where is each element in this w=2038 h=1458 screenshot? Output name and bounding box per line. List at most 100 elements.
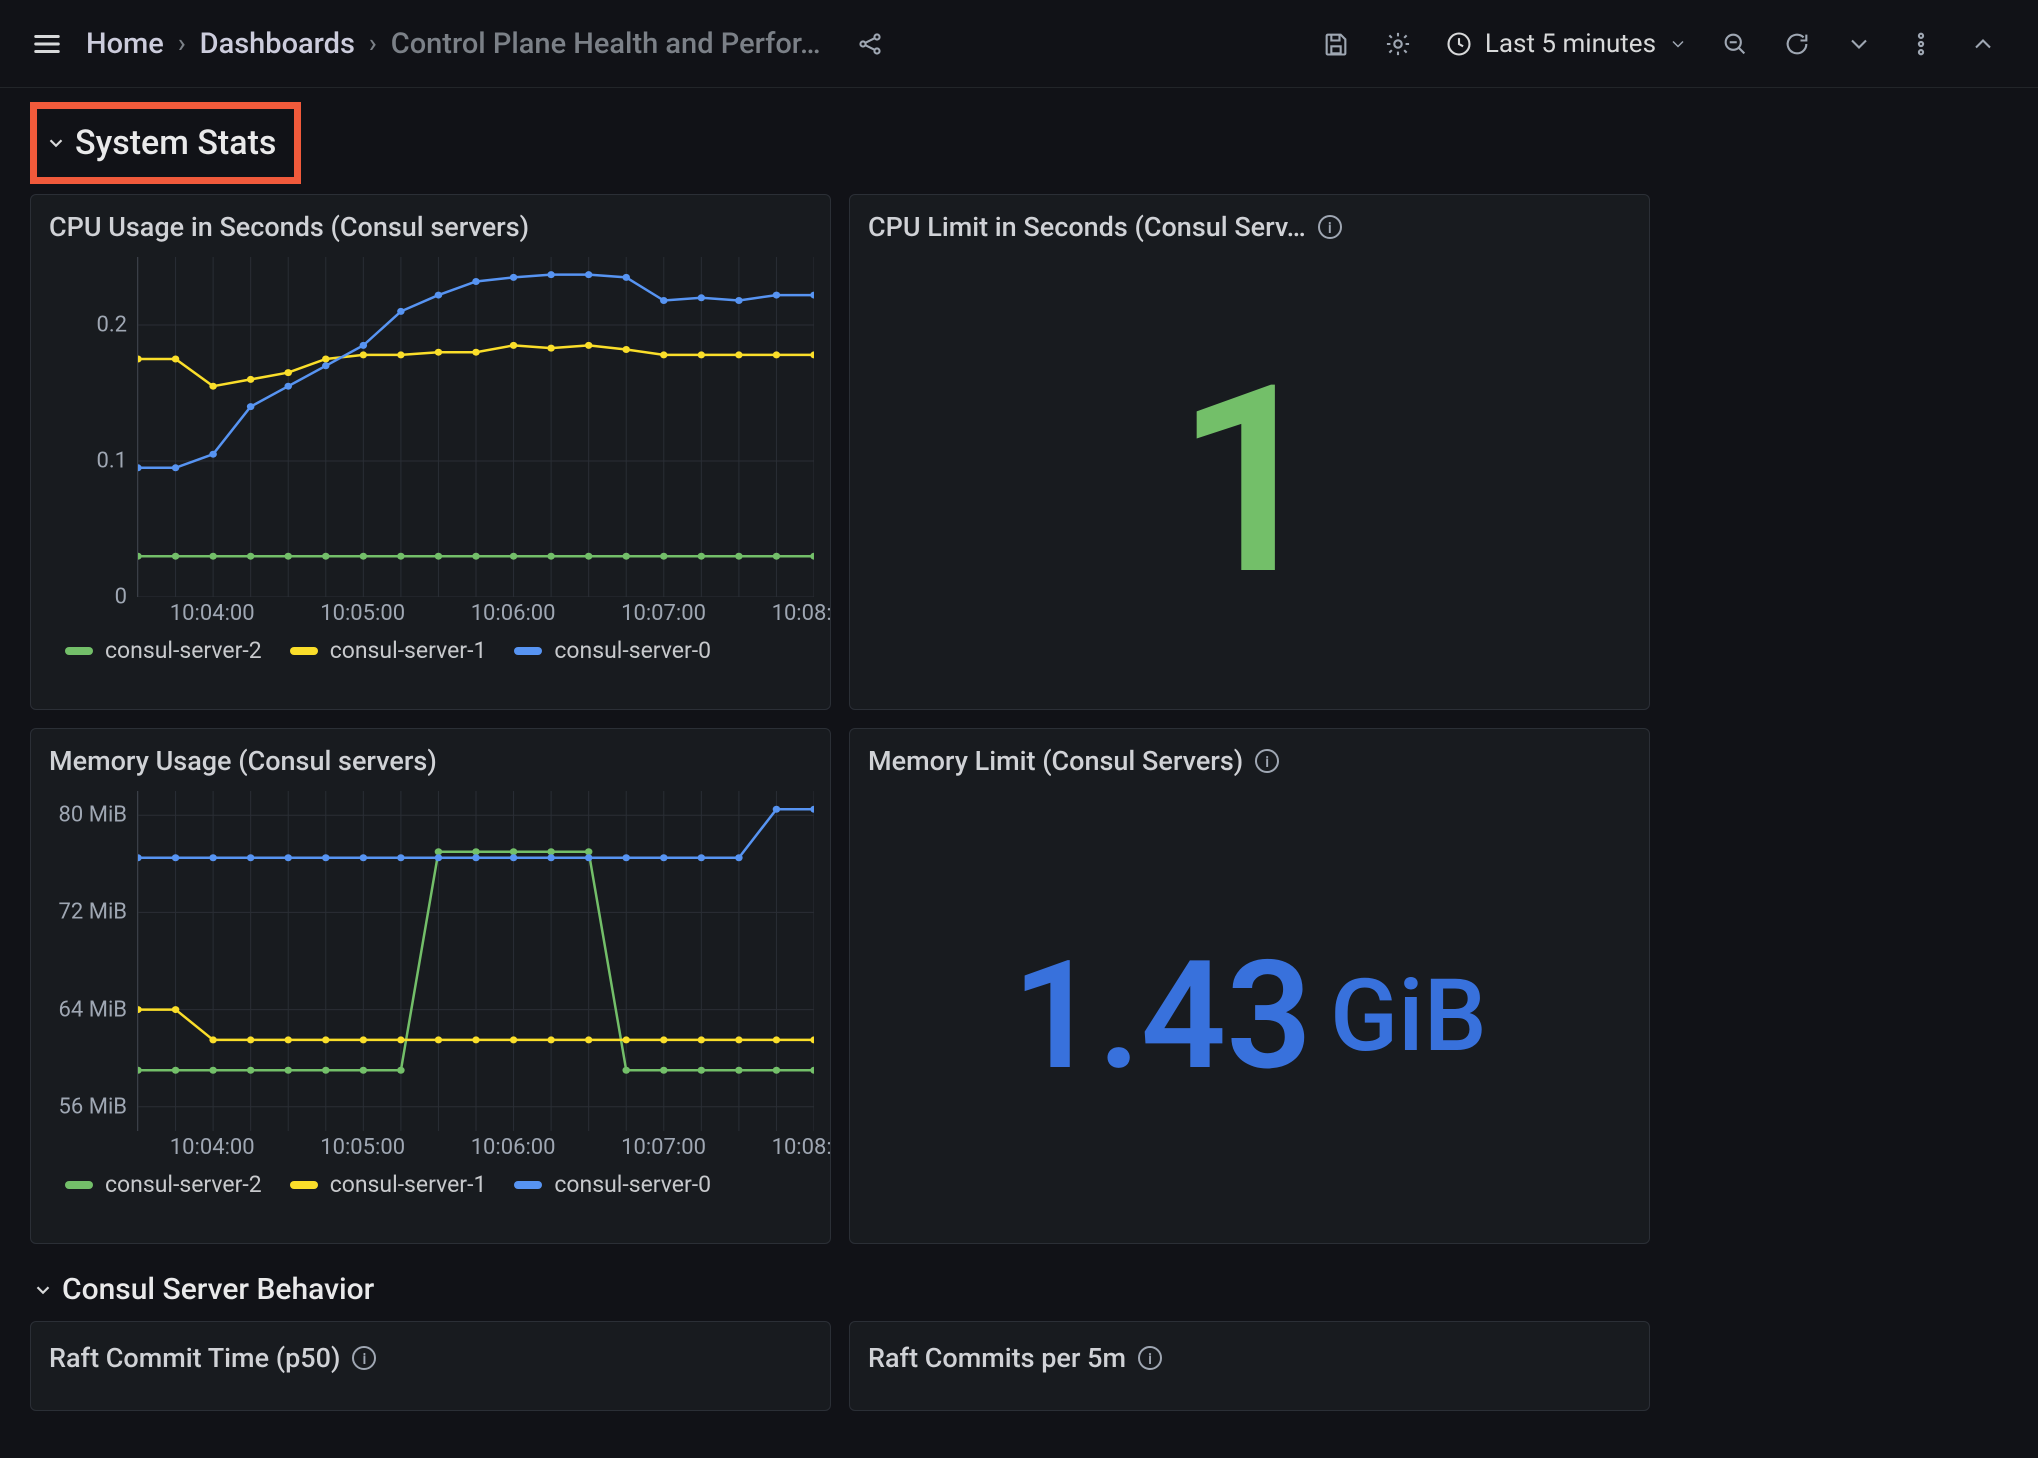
refresh-icon xyxy=(1783,30,1811,58)
row-header-system-stats[interactable]: System Stats xyxy=(30,102,301,184)
settings-button[interactable] xyxy=(1371,17,1425,71)
x-tick-label: 10:05:00 xyxy=(320,601,405,626)
panel-raft-commit-time[interactable]: Raft Commit Time (p50) i xyxy=(30,1321,831,1411)
stat-value: 1 xyxy=(850,255,1649,709)
row-title: Consul Server Behavior xyxy=(62,1272,374,1307)
breadcrumb-separator: › xyxy=(178,29,186,59)
panel-title: CPU Limit in Seconds (Consul Serv… i xyxy=(868,211,1633,243)
hamburger-icon xyxy=(32,29,62,59)
chart-legend: consul-server-2 consul-server-1 consul-ser… xyxy=(65,637,814,664)
time-range-label: Last 5 minutes xyxy=(1485,29,1656,59)
y-tick-label: 0.1 xyxy=(96,449,127,474)
x-tick-label: 10:07:00 xyxy=(621,1135,706,1160)
panel-title: Memory Limit (Consul Servers) i xyxy=(868,745,1633,777)
time-range-picker[interactable]: Last 5 minutes xyxy=(1433,17,1700,71)
legend-swatch xyxy=(514,647,542,655)
panel-raft-commits-5m[interactable]: Raft Commits per 5m i xyxy=(849,1321,1650,1411)
y-tick-label: 0.2 xyxy=(96,313,127,338)
y-tick-label: 80 MiB xyxy=(59,803,127,828)
breadcrumb-home[interactable]: Home xyxy=(86,27,164,61)
share-button[interactable] xyxy=(843,17,897,71)
zoom-out-button[interactable] xyxy=(1708,17,1762,71)
x-tick-label: 10:05:00 xyxy=(320,1135,405,1160)
legend-swatch xyxy=(65,647,93,655)
breadcrumb-separator: › xyxy=(369,29,377,59)
panel-memory-limit[interactable]: Memory Limit (Consul Servers) i 1.43 GiB xyxy=(849,728,1650,1244)
legend-item[interactable]: consul-server-2 xyxy=(65,1171,262,1198)
panels-row-cpu: CPU Usage in Seconds (Consul servers) 0.… xyxy=(30,194,1650,710)
y-tick-label: 72 MiB xyxy=(59,900,127,925)
collapse-button[interactable] xyxy=(1956,17,2010,71)
share-icon xyxy=(856,30,884,58)
row-title: System Stats xyxy=(75,123,276,163)
chevron-down-icon xyxy=(1845,30,1873,58)
x-tick-label: 10:06:00 xyxy=(471,1135,556,1160)
chevron-up-icon xyxy=(1969,30,1997,58)
clock-icon xyxy=(1445,30,1473,58)
legend-item[interactable]: consul-server-0 xyxy=(514,637,711,664)
legend-label: consul-server-0 xyxy=(554,1171,711,1198)
panel-cpu-usage[interactable]: CPU Usage in Seconds (Consul servers) 0.… xyxy=(30,194,831,710)
legend-label: consul-server-2 xyxy=(105,1171,262,1198)
save-button[interactable] xyxy=(1309,17,1363,71)
x-axis: 10:04:0010:05:0010:06:0010:07:0010:08:00 xyxy=(137,601,814,631)
info-icon[interactable]: i xyxy=(1138,1346,1162,1370)
panel-title: Raft Commit Time (p50) i xyxy=(49,1342,814,1374)
panel-title: Raft Commits per 5m i xyxy=(868,1342,1633,1374)
memory-limit-unit: GiB xyxy=(1330,958,1487,1075)
info-icon[interactable]: i xyxy=(352,1346,376,1370)
panel-title: Memory Usage (Consul servers) xyxy=(49,745,814,777)
chevron-down-icon xyxy=(45,132,67,154)
breadcrumb-dashboards[interactable]: Dashboards xyxy=(200,27,355,61)
legend-swatch xyxy=(514,1181,542,1189)
menu-toggle-button[interactable] xyxy=(20,17,74,71)
zoom-out-icon xyxy=(1721,30,1749,58)
breadcrumb: Home › Dashboards › Control Plane Health… xyxy=(86,27,821,61)
y-tick-label: 64 MiB xyxy=(59,997,127,1022)
chevron-down-icon xyxy=(1668,34,1688,54)
x-tick-label: 10:07:00 xyxy=(621,601,706,626)
x-tick-label: 10:04:00 xyxy=(170,1135,255,1160)
x-tick-label: 10:08:00 xyxy=(772,1135,831,1160)
row-header-consul-behavior[interactable]: Consul Server Behavior xyxy=(30,1262,2008,1321)
kebab-icon xyxy=(1907,30,1935,58)
x-tick-label: 10:04:00 xyxy=(170,601,255,626)
chevron-down-icon xyxy=(32,1279,54,1301)
panels-row-memory: Memory Usage (Consul servers) 80 MiB 72 M… xyxy=(30,728,1650,1244)
y-tick-label: 56 MiB xyxy=(59,1094,127,1119)
panels-row-raft: Raft Commit Time (p50) i Raft Commits pe… xyxy=(30,1321,1650,1411)
legend-item[interactable]: consul-server-1 xyxy=(290,1171,487,1198)
save-icon xyxy=(1322,30,1350,58)
refresh-button[interactable] xyxy=(1770,17,1824,71)
x-tick-label: 10:06:00 xyxy=(471,601,556,626)
legend-item[interactable]: consul-server-0 xyxy=(514,1171,711,1198)
legend-item[interactable]: consul-server-1 xyxy=(290,637,487,664)
cpu-limit-value: 1 xyxy=(1175,352,1324,612)
legend-label: consul-server-2 xyxy=(105,637,262,664)
chart-legend: consul-server-2 consul-server-1 consul-ser… xyxy=(65,1171,814,1198)
legend-label: consul-server-0 xyxy=(554,637,711,664)
x-axis: 10:04:0010:05:0010:06:0010:07:0010:08:00 xyxy=(137,1135,814,1165)
gear-icon xyxy=(1384,30,1412,58)
info-icon[interactable]: i xyxy=(1318,215,1342,239)
panel-memory-usage[interactable]: Memory Usage (Consul servers) 80 MiB 72 M… xyxy=(30,728,831,1244)
info-icon[interactable]: i xyxy=(1255,749,1279,773)
dashboard-body: System Stats CPU Usage in Seconds (Consu… xyxy=(0,88,2038,1411)
legend-swatch xyxy=(290,647,318,655)
stat-value: 1.43 GiB xyxy=(850,789,1649,1243)
memory-limit-value: 1.43 xyxy=(1012,941,1312,1091)
topbar-actions: Last 5 minutes xyxy=(1309,17,2010,71)
panel-title: CPU Usage in Seconds (Consul servers) xyxy=(49,211,814,243)
breadcrumb-current[interactable]: Control Plane Health and Perfor… xyxy=(391,27,821,61)
y-tick-label: 0 xyxy=(115,585,127,610)
kebab-menu-button[interactable] xyxy=(1894,17,1948,71)
cpu-usage-chart: 0.20.10 xyxy=(47,257,814,597)
panel-cpu-limit[interactable]: CPU Limit in Seconds (Consul Serv… i 1 xyxy=(849,194,1650,710)
refresh-interval-button[interactable] xyxy=(1832,17,1886,71)
legend-swatch xyxy=(65,1181,93,1189)
legend-item[interactable]: consul-server-2 xyxy=(65,637,262,664)
legend-swatch xyxy=(290,1181,318,1189)
legend-label: consul-server-1 xyxy=(330,1171,487,1198)
legend-label: consul-server-1 xyxy=(330,637,487,664)
topbar: Home › Dashboards › Control Plane Health… xyxy=(0,0,2038,88)
